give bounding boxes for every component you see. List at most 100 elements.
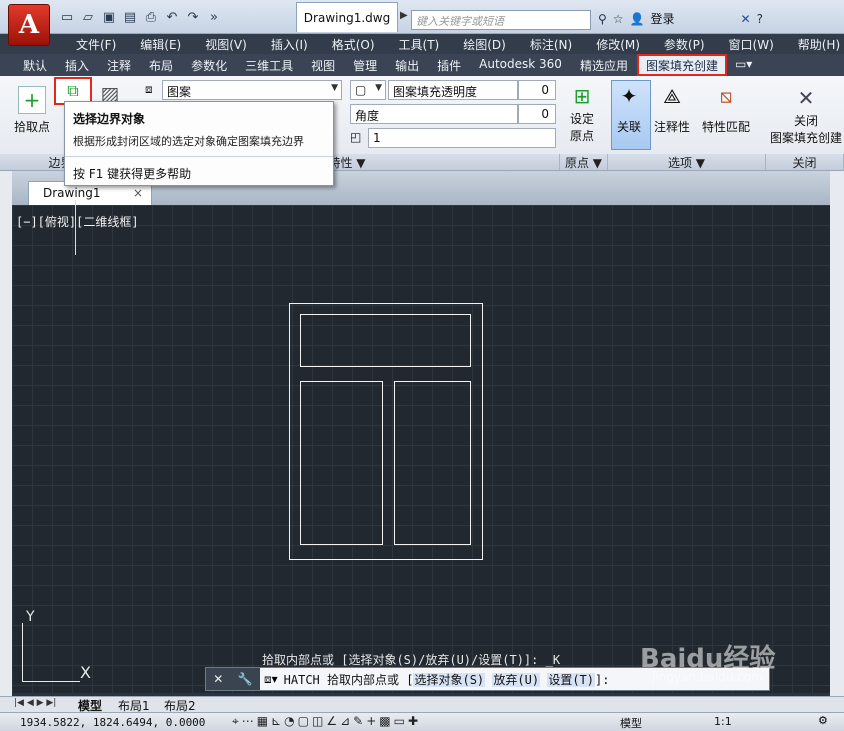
binoculars-icon[interactable]: ⚲ [598, 12, 607, 26]
panel-origin-footer[interactable]: 原点 ▼ [560, 154, 608, 170]
menu-item-draw[interactable]: 绘图(D) [451, 34, 518, 54]
tooltip-help: 按 F1 键获得更多帮助 [73, 167, 192, 181]
open-folder-icon[interactable]: ▱ [79, 8, 97, 26]
associative-label-wrap: ✦ 关联 [615, 82, 643, 135]
ducs-icon[interactable]: ⊿ [340, 714, 350, 729]
option-settings[interactable]: 设置(T) [547, 672, 595, 687]
otrack-icon[interactable]: ∠ [326, 714, 337, 729]
selection-cycling-icon[interactable]: ✚ [408, 714, 418, 729]
tab-featured-apps[interactable]: 精选应用 [571, 54, 637, 76]
search-input[interactable]: 键入关键字或短语 [411, 10, 591, 30]
infer-constraints-icon[interactable]: ⌖ [232, 714, 239, 729]
set-origin-button[interactable]: ⊞ 设定 原点 [568, 82, 596, 144]
tab-view[interactable]: 视图 [302, 54, 344, 76]
pick-point-label: 拾取点 [14, 120, 51, 134]
transparency-toggle-icon[interactable]: ▩ [379, 714, 390, 729]
transparency-icon: ▢ [355, 83, 367, 97]
undo-icon[interactable]: ↶ [163, 8, 181, 26]
settings-gear-icon[interactable]: ⚙ [818, 714, 828, 727]
command-line-controls: ✕ 🔧 [206, 668, 260, 690]
viewport-controls[interactable]: [−][俯视][二维线框] [16, 213, 139, 230]
grid-icon[interactable]: ▦ [257, 714, 268, 729]
redo-icon[interactable]: ↷ [184, 8, 202, 26]
tab-overflow-icon[interactable]: ▭▾ [727, 54, 760, 76]
star-icon[interactable]: ☆ [613, 12, 624, 26]
new-file-icon[interactable]: ▭ [58, 8, 76, 26]
annotation-scale[interactable]: 1:1 [714, 715, 732, 728]
snap-icon[interactable]: ⋯ [242, 714, 254, 729]
tab-output[interactable]: 输出 [386, 54, 428, 76]
chevron-down-icon: ▼ [331, 83, 338, 93]
layout-nav-arrows-icon[interactable]: |◀ ◀ ▶ ▶| [14, 698, 56, 708]
tab-autodesk-360[interactable]: Autodesk 360 [470, 54, 571, 76]
close-label-2: 图案填充创建 [770, 131, 843, 145]
right-rectangle[interactable] [394, 381, 471, 545]
quick-access-toolbar: ▭ ▱ ▣ ▤ ⎙ ↶ ↷ » [58, 8, 223, 26]
menu-item-view[interactable]: 视图(V) [193, 34, 259, 54]
exchange-icon[interactable]: ✕ [741, 12, 751, 26]
tooltip-title: 选择边界对象 [73, 112, 146, 126]
pick-point-button[interactable]: + 拾取点 [14, 86, 50, 135]
tab-layout[interactable]: 布局 [140, 54, 182, 76]
menu-item-dimension[interactable]: 标注(N) [518, 34, 584, 54]
lineweight-icon[interactable]: + [366, 714, 376, 729]
tab-parametric[interactable]: 参数化 [182, 54, 236, 76]
menu-item-edit[interactable]: 编辑(E) [128, 34, 193, 54]
menu-item-parametric[interactable]: 参数(P) [652, 34, 717, 54]
osnap-icon[interactable]: ▢ [298, 714, 309, 729]
title-arrow-icon: ▶ [400, 10, 408, 21]
login-link[interactable]: 登录 [651, 10, 675, 27]
overflow-icon[interactable]: » [205, 8, 223, 26]
menu-item-help[interactable]: 帮助(H) [786, 34, 844, 54]
panel-options-footer[interactable]: 选项 ▼ [608, 154, 766, 170]
option-select-objects[interactable]: 选择对象(S) [413, 672, 486, 687]
transparency-field[interactable]: 图案填充透明度 [388, 80, 518, 100]
match-properties-button[interactable]: ⧅ 特性匹配 [702, 82, 750, 135]
transparency-value[interactable]: 0 [518, 80, 556, 100]
menu-item-insert[interactable]: 插入(I) [259, 34, 320, 54]
menu-item-file[interactable]: 文件(F) [64, 34, 128, 54]
3d-osnap-icon[interactable]: ◫ [312, 714, 323, 729]
menu-bar: 文件(F) 编辑(E) 视图(V) 插入(I) 格式(O) 工具(T) 绘图(D… [0, 34, 844, 54]
left-rectangle[interactable] [300, 381, 383, 545]
menu-item-window[interactable]: 窗口(W) [717, 34, 786, 54]
tab-plugins[interactable]: 插件 [428, 54, 470, 76]
close-tab-icon[interactable]: × [133, 186, 143, 200]
dyn-icon[interactable]: ✎ [353, 714, 363, 729]
quick-props-icon[interactable]: ▭ [394, 714, 405, 729]
print-icon[interactable]: ⎙ [142, 8, 160, 26]
application-menu-button[interactable]: A [8, 4, 50, 46]
command-prompt-end: ]: [595, 672, 610, 687]
tab-annotate[interactable]: 注释 [98, 54, 140, 76]
help-icon[interactable]: ? [757, 12, 763, 26]
close-command-line-icon[interactable]: ✕ [213, 672, 223, 686]
tab-manage[interactable]: 管理 [344, 54, 386, 76]
drawing-canvas[interactable]: [−][俯视][二维线框] Y X [12, 200, 830, 693]
transparency-mode-combo[interactable]: ▢ ▼ [350, 80, 386, 100]
tab-default[interactable]: 默认 [14, 54, 56, 76]
model-space-label[interactable]: 模型 [620, 715, 642, 731]
scale-field[interactable]: 1 [368, 128, 556, 148]
menu-item-format[interactable]: 格式(O) [320, 34, 387, 54]
save-as-icon[interactable]: ▤ [121, 8, 139, 26]
angle-field[interactable]: 角度 [350, 104, 518, 124]
ortho-icon[interactable]: ⊾ [271, 714, 281, 729]
command-prompt[interactable]: HATCH 拾取内部点或 [选择对象(S) 放弃(U) 设置(T)]: [278, 671, 610, 688]
close-hatch-creation-button[interactable]: ✕ 关闭 图案填充创建 [770, 84, 842, 146]
coordinates-readout: 1934.5822, 1824.6494, 0.0000 [20, 716, 206, 729]
polar-icon[interactable]: ◔ [284, 714, 294, 729]
angle-value[interactable]: 0 [518, 104, 556, 124]
customize-wrench-icon[interactable]: 🔧 [238, 672, 253, 686]
option-undo[interactable]: 放弃(U) [492, 672, 541, 687]
tab-insert[interactable]: 插入 [56, 54, 98, 76]
menu-item-modify[interactable]: 修改(M) [584, 34, 652, 54]
top-rectangle[interactable] [300, 314, 471, 367]
save-icon[interactable]: ▣ [100, 8, 118, 26]
pattern-type-combo[interactable]: 图案 ▼ [162, 80, 342, 100]
tab-hatch-creation[interactable]: 图案填充创建 [636, 54, 727, 76]
user-icon[interactable]: 👤 [630, 12, 645, 26]
menu-item-tools[interactable]: 工具(T) [387, 34, 452, 54]
hatch-type-icon: ⧈ [145, 82, 153, 96]
annotative-button[interactable]: ⟁ 注释性 [654, 82, 690, 135]
tab-3d-tools[interactable]: 三维工具 [236, 54, 302, 76]
